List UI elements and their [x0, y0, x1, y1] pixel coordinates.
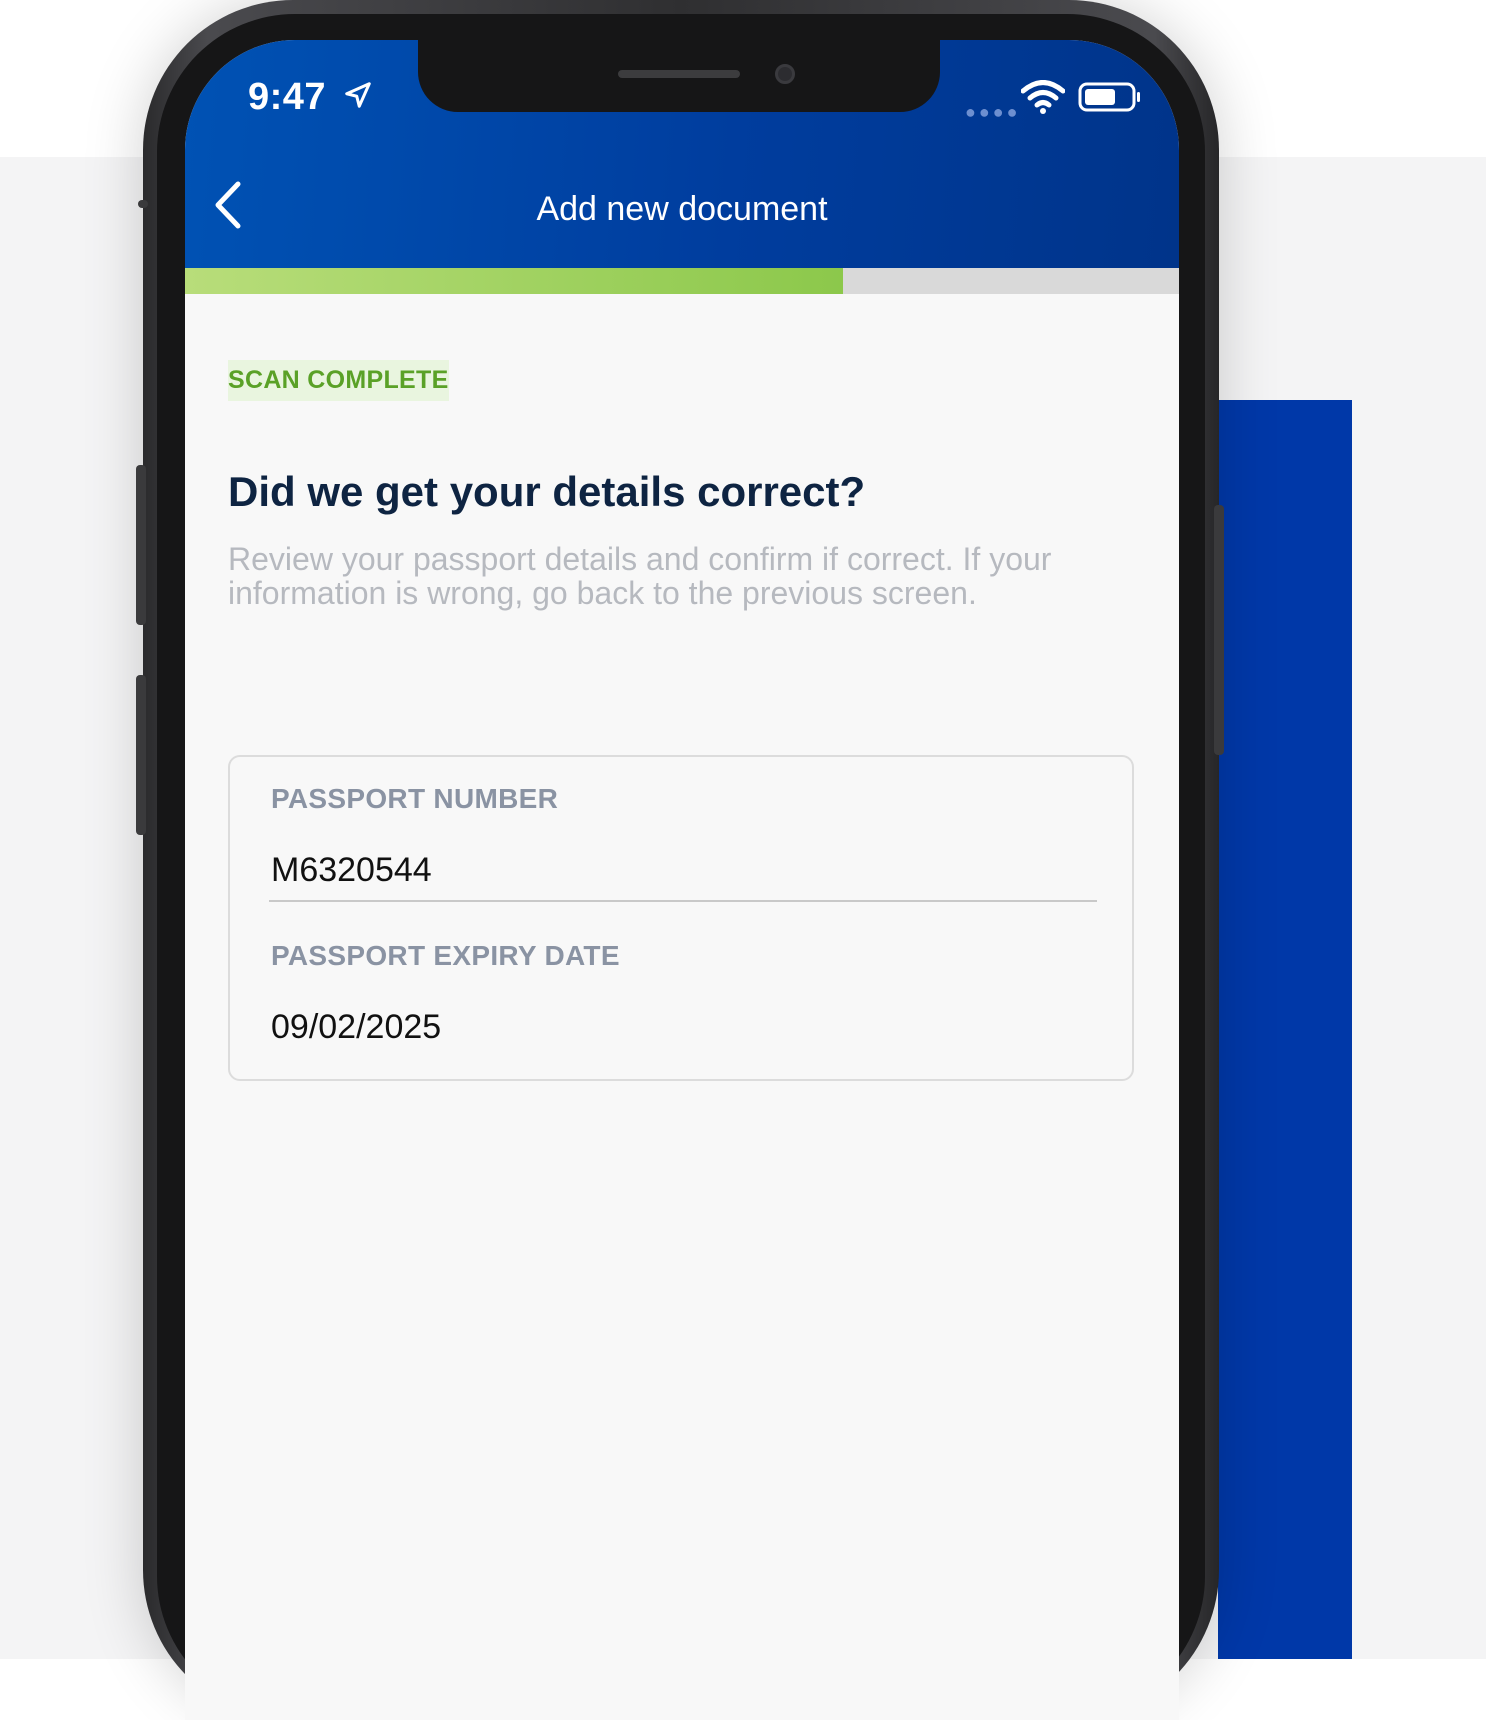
scan-status-badge: SCAN COMPLETE: [228, 360, 449, 401]
progress-bar: [185, 268, 1179, 294]
passport-expiry-label: PASSPORT EXPIRY DATE: [271, 940, 620, 971]
mute-switch: [138, 200, 148, 208]
status-time: 9:47: [248, 76, 327, 118]
phone-screen: 9:47 ●●●● Add new document SCAN COMPLETE…: [185, 40, 1179, 1720]
page-title: Add new document: [536, 190, 828, 228]
volume-up-button: [136, 465, 146, 625]
earpiece-speaker: [618, 70, 740, 78]
wifi-icon: [1021, 80, 1065, 114]
volume-down-button: [136, 675, 146, 835]
passport-expiry-field[interactable]: 09/02/2025: [271, 1008, 441, 1047]
confirmation-subtitle: Review your passport details and confirm…: [228, 541, 1052, 611]
passport-number-label: PASSPORT NUMBER: [271, 783, 559, 814]
app-header: 9:47 ●●●● Add new document: [185, 40, 1179, 268]
background-blue-block: [1218, 400, 1352, 1659]
location-arrow-icon: [345, 82, 371, 108]
passport-number-field[interactable]: M6320544: [271, 851, 432, 890]
signal-dots-icon: ●●●●: [965, 102, 1021, 122]
power-button: [1214, 505, 1224, 755]
passport-details-card: PASSPORT NUMBER M6320544 PASSPORT EXPIRY…: [228, 755, 1134, 1081]
progress-fill: [185, 268, 844, 294]
confirmation-heading: Did we get your details correct?: [228, 468, 866, 515]
battery-icon: [1078, 82, 1140, 112]
front-camera: [775, 64, 795, 84]
notch: [418, 40, 940, 112]
passport-number-underline: [269, 900, 1097, 902]
